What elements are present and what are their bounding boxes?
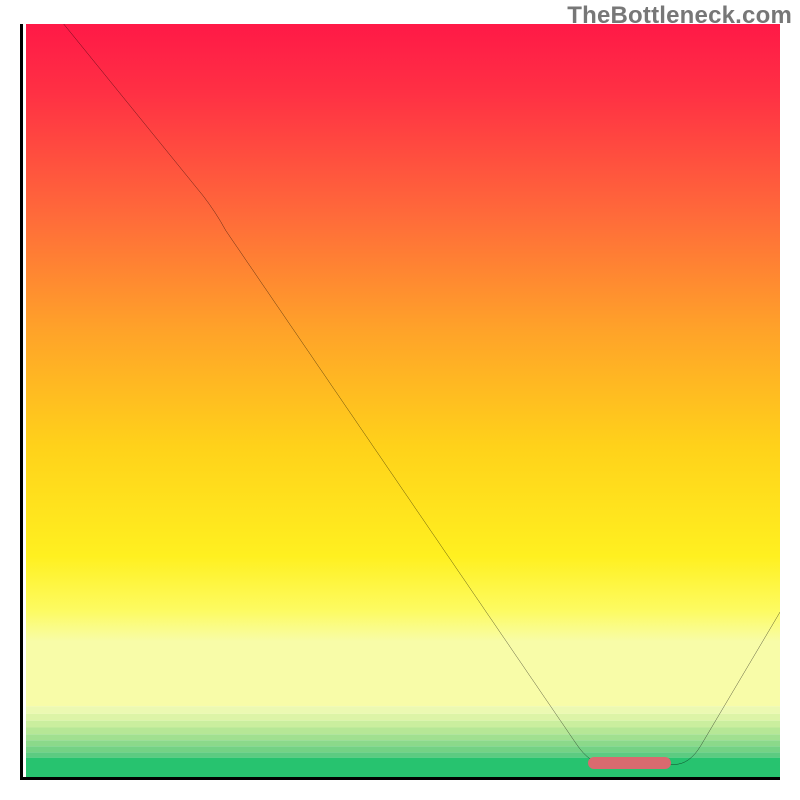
optimal-range-marker <box>588 757 671 769</box>
bottleneck-curve <box>26 24 780 777</box>
plot-area <box>26 24 780 777</box>
watermark-text: TheBottleneck.com <box>567 2 792 30</box>
plot-axes <box>20 24 780 780</box>
chart-container: TheBottleneck.com <box>0 0 800 800</box>
